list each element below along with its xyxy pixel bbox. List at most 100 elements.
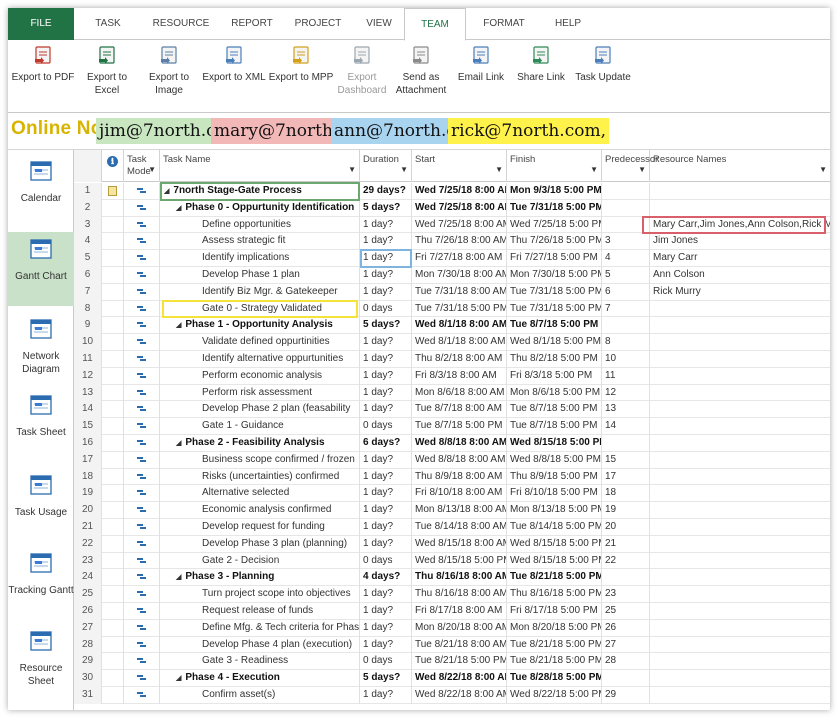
table-row[interactable]: 27 Define Mfg. & Tech criteria for Phase …	[74, 619, 830, 637]
duration-cell[interactable]: 1 day?	[360, 519, 412, 536]
task-mode-cell[interactable]	[124, 670, 160, 687]
task-mode-cell[interactable]	[124, 334, 160, 351]
table-row[interactable]: 13 Perform risk assessment 1 day? Mon 8/6/1…	[74, 384, 830, 402]
task-mode-cell[interactable]	[124, 183, 160, 200]
start-cell[interactable]: Wed 8/8/18 8:00 AM	[412, 451, 507, 469]
duration-cell[interactable]: 6 days?	[360, 435, 412, 452]
resource-names-cell[interactable]	[650, 334, 830, 351]
task-mode-cell[interactable]	[124, 250, 160, 267]
table-row[interactable]: 19 Alternative selected 1 day? Fri 8/10/18 …	[74, 485, 830, 503]
duration-cell[interactable]: 5 days?	[360, 670, 412, 687]
task-mode-cell[interactable]	[124, 687, 160, 704]
duration-cell[interactable]: 0 days	[360, 300, 412, 318]
table-row[interactable]: 12 Perform economic analysis 1 day? Fri 8/3…	[74, 367, 830, 385]
row-id-cell[interactable]: 29	[74, 653, 102, 671]
predecessor-cell[interactable]: 13	[602, 401, 650, 419]
row-id-cell[interactable]: 12	[74, 367, 102, 385]
finish-cell[interactable]: Mon 7/30/18 5:00 PM	[507, 267, 602, 284]
duration-cell[interactable]: 1 day?	[360, 334, 412, 351]
start-cell[interactable]: Fri 8/10/18 8:00 AM	[412, 485, 507, 503]
row-id-cell[interactable]: 5	[74, 250, 102, 267]
row-id-cell[interactable]: 8	[74, 300, 102, 318]
finish-cell[interactable]: Wed 8/1/18 5:00 PM	[507, 334, 602, 351]
task-name-cell[interactable]: Develop Phase 4 plan (execution)	[160, 636, 360, 654]
duration-cell[interactable]: 1 day?	[360, 351, 412, 368]
predecessor-cell[interactable]: 23	[602, 586, 650, 603]
predecessor-cell[interactable]: 8	[602, 334, 650, 351]
start-cell[interactable]: Tue 7/31/18 5:00 PM	[412, 300, 507, 318]
predecessor-cell[interactable]: 7	[602, 300, 650, 318]
sidebar-network-diagram[interactable]: Network Diagram	[8, 312, 74, 386]
duration-cell[interactable]: 1 day?	[360, 401, 412, 419]
row-id-cell[interactable]: 21	[74, 519, 102, 536]
send-as-attachment-button[interactable]: Send as Attachment	[390, 45, 452, 97]
finish-cell[interactable]: Thu 8/9/18 5:00 PM	[507, 468, 602, 486]
duration-cell[interactable]: 1 day?	[360, 485, 412, 503]
task-name-cell[interactable]: Business scope confirmed / frozen	[160, 451, 360, 469]
task-name-column-header[interactable]: Task Name ▼	[160, 150, 360, 182]
task-mode-cell[interactable]	[124, 519, 160, 536]
collapse-triangle-icon[interactable]: ◢	[176, 205, 181, 212]
duration-cell[interactable]: 5 days?	[360, 199, 412, 217]
resource-names-cell[interactable]	[650, 485, 830, 502]
tab-format[interactable]: FORMAT	[474, 8, 534, 40]
duration-cell[interactable]: 1 day?	[360, 216, 412, 234]
collapse-triangle-icon[interactable]: ◢	[176, 574, 181, 581]
resource-names-cell[interactable]	[650, 586, 830, 603]
resource-names-cell[interactable]	[650, 502, 830, 519]
predecessor-cell[interactable]: 15	[602, 451, 650, 469]
sidebar-gantt-chart[interactable]: Gantt Chart	[8, 232, 74, 306]
task-name-cell[interactable]: Turn project scope into objectives	[160, 586, 360, 603]
resource-names-cell[interactable]	[650, 200, 830, 217]
table-row[interactable]: 17 Business scope confirmed / frozen 1 day…	[74, 451, 830, 469]
start-cell[interactable]: Wed 8/22/18 8:00 AM	[412, 687, 507, 704]
task-name-cell[interactable]: Perform economic analysis	[160, 367, 360, 385]
task-name-cell[interactable]: Gate 2 - Decision	[160, 552, 360, 570]
resource-names-cell[interactable]	[650, 385, 830, 402]
task-mode-cell[interactable]	[124, 653, 160, 671]
row-id-cell[interactable]: 13	[74, 384, 102, 402]
task-mode-column-header[interactable]: Task Mode ▼	[124, 150, 160, 182]
duration-cell[interactable]: 1 day?	[360, 233, 412, 251]
task-name-cell[interactable]: Alternative selected	[160, 485, 360, 503]
finish-cell[interactable]: Fri 8/3/18 5:00 PM	[507, 367, 602, 385]
dropdown-arrow-icon[interactable]: ▼	[400, 164, 408, 176]
task-mode-cell[interactable]	[124, 300, 160, 318]
start-cell[interactable]: Wed 8/22/18 8:00 AM	[412, 670, 507, 687]
dropdown-arrow-icon[interactable]: ▼	[590, 164, 598, 176]
finish-cell[interactable]: Wed 8/8/18 5:00 PM	[507, 451, 602, 469]
predecessor-cell[interactable]: 18	[602, 485, 650, 503]
resource-names-cell[interactable]	[650, 368, 830, 385]
dropdown-arrow-icon[interactable]: ▼	[638, 164, 646, 176]
task-name-cell[interactable]: ◢ Phase 2 - Feasibility Analysis	[160, 435, 360, 452]
finish-cell[interactable]: Tue 8/7/18 5:00 PM	[507, 418, 602, 435]
resource-names-cell[interactable]	[650, 418, 830, 435]
finish-cell[interactable]: Tue 8/7/18 5:00 PM	[507, 401, 602, 419]
start-cell[interactable]: Mon 8/6/18 8:00 AM	[412, 384, 507, 402]
resource-names-cell[interactable]: Jim Jones	[650, 233, 830, 250]
task-mode-cell[interactable]	[124, 435, 160, 452]
finish-cell[interactable]: Wed 8/15/18 5:00 PM	[507, 552, 602, 570]
finish-cell[interactable]: Wed 8/15/18 5:00 PM	[507, 535, 602, 553]
table-row[interactable]: 26 Request release of funds 1 day? Fri 8/17…	[74, 603, 830, 620]
resource-names-cell[interactable]	[650, 317, 830, 334]
task-mode-cell[interactable]	[124, 603, 160, 620]
export-to-excel-button[interactable]: Export to Excel	[80, 45, 134, 97]
tab-task[interactable]: TASK	[82, 8, 134, 40]
finish-cell[interactable]: Mon 8/6/18 5:00 PM	[507, 384, 602, 402]
predecessors-column-header[interactable]: Predecessor ▼	[602, 150, 658, 182]
predecessor-cell[interactable]	[602, 199, 650, 217]
resource-names-column-header[interactable]: Resource Names ▼	[650, 150, 830, 182]
resource-names-cell[interactable]: Ann Colson	[650, 267, 830, 284]
start-cell[interactable]: Thu 7/26/18 8:00 AM	[412, 233, 507, 251]
task-mode-cell[interactable]	[124, 351, 160, 368]
finish-cell[interactable]: Wed 8/22/18 5:00 PM	[507, 687, 602, 704]
predecessor-cell[interactable]: 22	[602, 552, 650, 570]
table-row[interactable]: 6 Develop Phase 1 plan 1 day? Mon 7/30/18 8…	[74, 267, 830, 284]
table-row[interactable]: 9 ◢ Phase 1 - Opportunity Analysis 5 days? W…	[74, 317, 830, 335]
table-row[interactable]: 10 Validate defined oppurtinities 1 day? We…	[74, 334, 830, 351]
finish-cell[interactable]: Tue 8/14/18 5:00 PM	[507, 519, 602, 536]
task-mode-cell[interactable]	[124, 401, 160, 419]
row-id-cell[interactable]: 31	[74, 687, 102, 704]
row-id-cell[interactable]: 27	[74, 619, 102, 637]
